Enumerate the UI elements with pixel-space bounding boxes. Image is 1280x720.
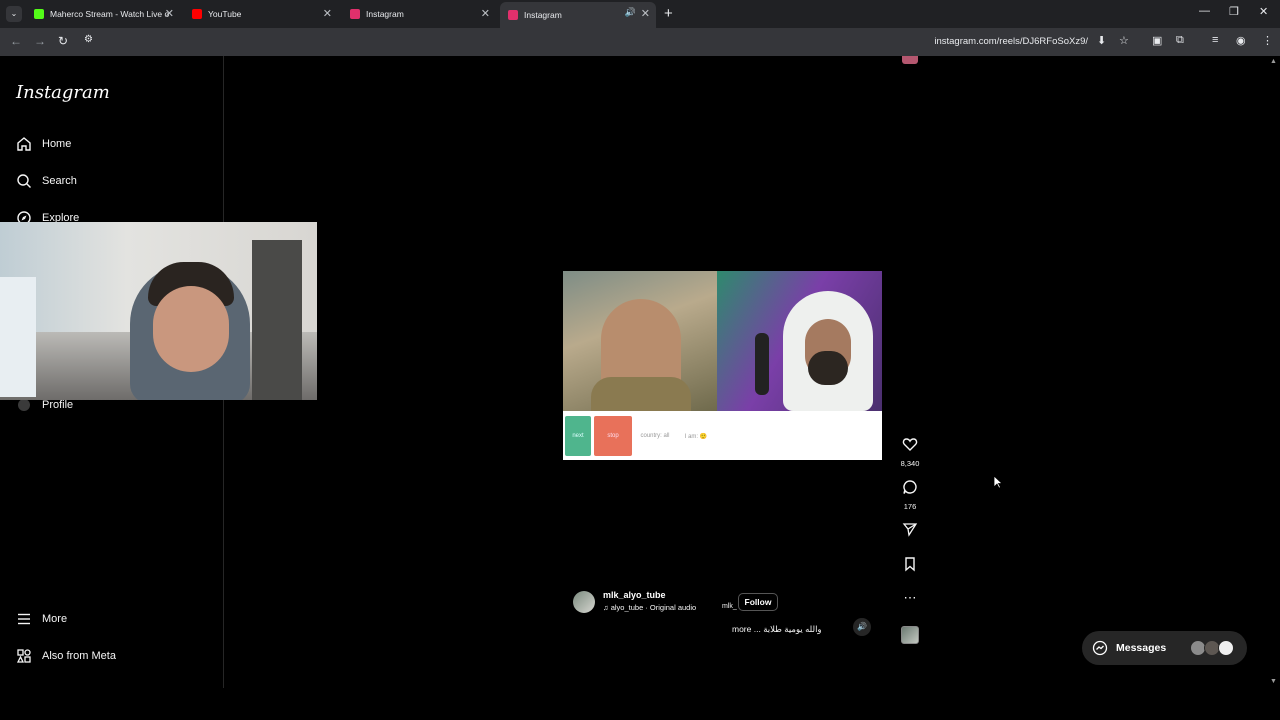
comment-button[interactable]: 176 bbox=[898, 479, 922, 511]
messages-label: Messages bbox=[1116, 642, 1167, 654]
reel-caption[interactable]: more ... والله يومية طلابة bbox=[732, 624, 822, 635]
close-tab-icon[interactable]: ✕ bbox=[641, 7, 650, 20]
send-icon bbox=[902, 523, 918, 537]
sidebar-item-label: Search bbox=[42, 175, 77, 187]
sidebar-item-more[interactable]: More bbox=[16, 611, 67, 627]
heart-icon bbox=[902, 438, 918, 451]
scroll-down-arrow-icon[interactable]: ▼ bbox=[1270, 678, 1277, 685]
mouse-cursor-icon bbox=[993, 475, 1003, 489]
account-icon[interactable]: ◉ bbox=[1236, 34, 1246, 47]
instagram-icon bbox=[350, 9, 360, 19]
share-button[interactable] bbox=[898, 521, 922, 542]
reel-microphone bbox=[755, 333, 769, 395]
audio-thumbnail[interactable] bbox=[901, 626, 919, 644]
comment-icon bbox=[903, 480, 917, 494]
forward-icon[interactable]: → bbox=[34, 34, 46, 48]
like-count: 8,340 bbox=[900, 459, 920, 468]
reload-icon[interactable]: ↻ bbox=[58, 34, 68, 48]
comment-count: 176 bbox=[903, 502, 917, 511]
previous-reel-thumbnail[interactable] bbox=[902, 56, 918, 64]
reel-iam-filter: I am: 🙂 bbox=[677, 416, 715, 456]
kick-icon bbox=[34, 9, 44, 19]
reel-tagged-user[interactable]: mlk_ bbox=[722, 603, 737, 610]
meta-icon bbox=[16, 648, 32, 664]
sidebar-item-home[interactable]: Home bbox=[16, 136, 71, 152]
avatar[interactable] bbox=[573, 591, 595, 613]
reel-audio-label[interactable]: ♫ alyo_tube · Original audio bbox=[603, 603, 696, 612]
tab-instagram-1[interactable]: Instagram ✕ bbox=[342, 4, 496, 24]
reel-left-camera bbox=[563, 271, 717, 417]
close-tab-icon[interactable]: ✕ bbox=[323, 7, 332, 20]
browser-toolbar: ← → ↻ ⚙ instagram.com/reels/DJ6RFoSoXz9/… bbox=[0, 28, 1280, 56]
reel-stop-button: stop bbox=[594, 416, 632, 456]
audio-playing-icon[interactable]: 🔊 bbox=[625, 7, 636, 18]
address-bar[interactable]: instagram.com/reels/DJ6RFoSoXz9/ bbox=[934, 36, 1088, 47]
webcam-overlay bbox=[0, 222, 317, 400]
tab-search-dropdown[interactable]: ⌄ bbox=[6, 6, 22, 22]
reel-video[interactable]: next stop country: all I am: 🙂 bbox=[563, 271, 882, 460]
webcam-streamer-face bbox=[153, 286, 229, 372]
bookmark-icon bbox=[905, 557, 915, 572]
save-button[interactable] bbox=[898, 556, 922, 577]
follow-button[interactable]: Follow bbox=[738, 593, 778, 611]
search-icon bbox=[16, 173, 32, 189]
tab-title: YouTube bbox=[208, 9, 242, 19]
webcam-pc-case bbox=[0, 277, 36, 397]
sidebar-item-search[interactable]: Search bbox=[16, 173, 77, 189]
install-app-icon[interactable]: ⬇ bbox=[1097, 34, 1106, 47]
extensions-icon[interactable]: ⧉ bbox=[1176, 34, 1184, 47]
sidebar-item-label: More bbox=[42, 613, 68, 625]
messenger-icon bbox=[1092, 640, 1108, 656]
avatar bbox=[1218, 640, 1234, 656]
reel-right-person bbox=[783, 291, 873, 411]
new-tab-button[interactable]: + bbox=[664, 5, 673, 22]
restore-icon[interactable]: ❐ bbox=[1229, 5, 1239, 18]
close-window-icon[interactable]: ✕ bbox=[1259, 5, 1268, 18]
messages-button[interactable]: Messages bbox=[1082, 631, 1247, 665]
menu-icon bbox=[16, 611, 32, 627]
media-icon[interactable]: ▣ bbox=[1152, 34, 1162, 47]
reel-left-person bbox=[591, 299, 691, 417]
ellipsis-icon: ⋯ bbox=[903, 590, 917, 605]
tab-youtube[interactable]: YouTube ✕ bbox=[184, 4, 338, 24]
reel-country-filter: country: all bbox=[635, 416, 675, 456]
browser-tab-bar: ⌄ Maherco Stream - Watch Live o ✕ YouTub… bbox=[0, 0, 1280, 28]
scroll-up-arrow-icon[interactable]: ▲ bbox=[1270, 58, 1277, 65]
tab-instagram-active[interactable]: Instagram 🔊 ✕ bbox=[500, 2, 656, 28]
webcam-door bbox=[252, 240, 302, 400]
tab-title: Maherco Stream - Watch Live o bbox=[50, 9, 170, 19]
sidebar-item-label: Home bbox=[42, 138, 72, 150]
like-button[interactable]: 8,340 bbox=[898, 436, 922, 468]
tab-maherco[interactable]: Maherco Stream - Watch Live o ✕ bbox=[26, 4, 180, 24]
sound-toggle-icon[interactable]: 🔊 bbox=[853, 618, 871, 636]
site-info-icon[interactable]: ⚙ bbox=[84, 34, 93, 45]
close-tab-icon[interactable]: ✕ bbox=[481, 7, 490, 20]
back-icon[interactable]: ← bbox=[10, 34, 22, 48]
reel-next-button: next bbox=[565, 416, 591, 456]
more-options-button[interactable]: ⋯ bbox=[898, 590, 922, 606]
instagram-logo[interactable]: Instagram bbox=[16, 82, 110, 103]
home-icon bbox=[16, 136, 32, 152]
youtube-icon bbox=[192, 9, 202, 19]
reel-username[interactable]: mlk_alyo_tube bbox=[603, 590, 666, 600]
sidebar-item-also-from-meta[interactable]: Also from Meta bbox=[16, 648, 116, 664]
tab-title: Instagram bbox=[524, 10, 562, 20]
sidebar-item-label: Also from Meta bbox=[42, 650, 116, 662]
close-tab-icon[interactable]: ✕ bbox=[165, 7, 174, 20]
tab-title: Instagram bbox=[366, 9, 404, 19]
browser-menu-icon[interactable]: ⋮ bbox=[1262, 34, 1273, 47]
bookmark-star-icon[interactable]: ☆ bbox=[1119, 34, 1129, 47]
reading-list-icon[interactable]: ≡ bbox=[1212, 34, 1218, 46]
minimize-icon[interactable]: — bbox=[1199, 5, 1210, 17]
reel-chat-controls: next stop country: all I am: 🙂 bbox=[563, 411, 882, 460]
instagram-icon bbox=[508, 10, 518, 20]
sidebar-item-label: Profile bbox=[42, 399, 74, 411]
